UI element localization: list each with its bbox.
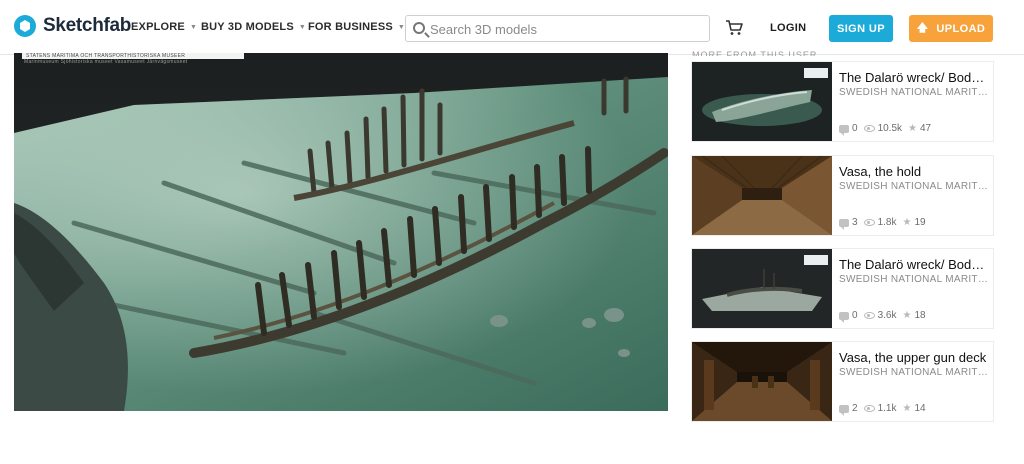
comment-count: 0	[852, 310, 858, 321]
model-card[interactable]: Vasa, the upper gun deck SWEDISH NATIONA…	[692, 342, 993, 421]
view-count: 10.5k	[877, 123, 903, 134]
dark-shipwreck-thumbnail	[692, 62, 832, 141]
model-title[interactable]: Vasa, the upper gun deck	[839, 350, 989, 365]
gun-deck-thumbnail	[692, 342, 832, 421]
comment-icon	[839, 311, 849, 323]
model-title[interactable]: The Dalarö wreck/ Bodek...	[839, 70, 989, 85]
view-count: 3.6k	[877, 310, 897, 321]
star-icon: ★	[902, 217, 912, 228]
star-icon: ★	[908, 123, 917, 134]
model-card[interactable]: The Dalarö wreck/ Bodek... SWEDISH NATIO…	[692, 62, 993, 141]
like-count: 18	[914, 310, 926, 321]
model-stats: 3 1.8k ★ 19	[839, 217, 932, 230]
model-thumbnail[interactable]	[692, 156, 832, 235]
signup-label: SIGN UP	[836, 22, 886, 35]
model-thumbnail[interactable]	[692, 62, 832, 141]
dark-shipwreck-seabed-thumbnail	[692, 249, 832, 328]
shipwreck-model-render	[14, 53, 668, 411]
nav-buy-3d-models[interactable]: BUY 3D MODELS ▼	[201, 21, 306, 33]
chevron-down-icon: ▼	[298, 23, 306, 31]
comment-count: 2	[852, 403, 858, 414]
star-icon: ★	[902, 310, 912, 321]
view-count: 1.1k	[877, 403, 897, 414]
model-stats: 2 1.1k ★ 14	[839, 403, 932, 416]
views-icon	[863, 219, 875, 226]
model-author[interactable]: SWEDISH NATIONAL MARITIM...	[839, 274, 989, 285]
model-card[interactable]: The Dalarö wreck/ Bodek... SWEDISH NATIO…	[692, 249, 993, 328]
chevron-down-icon: ▼	[397, 23, 406, 31]
like-count: 19	[914, 217, 926, 228]
comment-icon	[839, 124, 849, 136]
nav-buy-label: BUY 3D MODELS	[201, 21, 294, 33]
search-icon	[413, 22, 425, 34]
cart-icon[interactable]	[725, 20, 743, 36]
nav-explore-label: EXPLORE	[131, 21, 185, 33]
star-icon: ★	[902, 403, 912, 414]
like-count: 14	[914, 403, 926, 414]
like-count: 47	[920, 123, 932, 134]
nav-for-business[interactable]: FOR BUSINESS ▼	[308, 21, 405, 33]
upload-label: UPLOAD	[936, 22, 986, 35]
museum-subline: Marinmuseum Sjöhistoriska museet Vasamus…	[24, 59, 188, 65]
model-thumbnail[interactable]	[692, 249, 832, 328]
sketchfab-logo-icon	[14, 15, 36, 37]
comment-icon	[839, 218, 849, 230]
top-header: Sketchfab EXPLORE ▼ BUY 3D MODELS ▼ FOR BU…	[0, 0, 1024, 55]
comment-count: 3	[852, 217, 858, 228]
model-author[interactable]: SWEDISH NATIONAL MARITIM...	[839, 367, 989, 378]
views-icon	[863, 125, 875, 132]
comment-count: 0	[852, 123, 858, 134]
search-box	[405, 15, 710, 42]
logo-text: Sketchfab	[43, 15, 132, 36]
model-author[interactable]: SWEDISH NATIONAL MARITIM...	[839, 181, 989, 192]
comment-icon	[839, 404, 849, 416]
model-title[interactable]: Vasa, the hold	[839, 164, 989, 179]
model-thumbnail[interactable]	[692, 342, 832, 421]
model-card[interactable]: Vasa, the hold SWEDISH NATIONAL MARITIM.…	[692, 156, 993, 235]
upload-arrow-icon: 🡅	[916, 22, 929, 34]
sketchfab-logo[interactable]: Sketchfab	[14, 15, 131, 37]
sidebar-heading: MORE FROM THIS USER	[692, 50, 818, 56]
chevron-down-icon: ▼	[189, 23, 198, 31]
model-author[interactable]: SWEDISH NATIONAL MARITIM...	[839, 87, 989, 98]
nav-explore[interactable]: EXPLORE ▼	[131, 21, 197, 33]
views-icon	[863, 312, 875, 319]
view-count: 1.8k	[877, 217, 897, 228]
upload-button[interactable]: 🡅 UPLOAD	[909, 15, 993, 42]
wooden-hold-thumbnail	[692, 156, 832, 235]
model-title[interactable]: The Dalarö wreck/ Bodek...	[839, 257, 989, 272]
model-viewer[interactable]: STATENS MARITIMA OCH TRANSPORTHISTORISKA…	[14, 53, 668, 411]
model-stats: 0 10.5k ★ 47	[839, 123, 937, 136]
model-stats: 0 3.6k ★ 18	[839, 310, 932, 323]
search-input[interactable]	[430, 20, 700, 38]
signup-button[interactable]: SIGN UP	[829, 15, 893, 42]
nav-business-label: FOR BUSINESS	[308, 21, 393, 33]
login-link[interactable]: LOGIN	[770, 22, 806, 34]
views-icon	[863, 405, 875, 412]
